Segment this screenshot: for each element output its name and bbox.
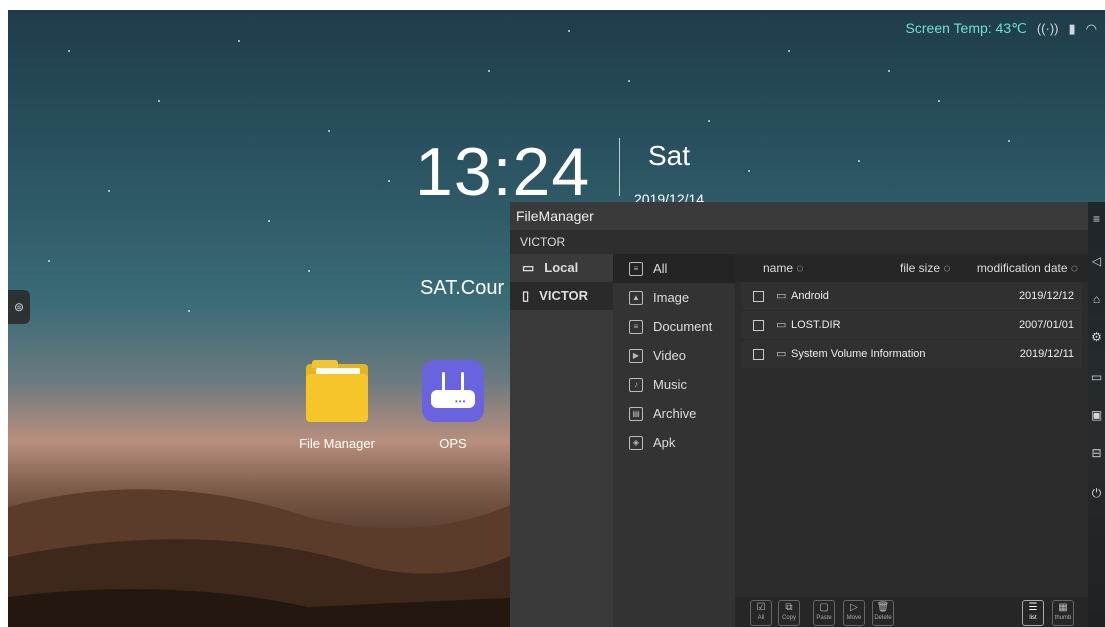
usb-icon: ▮ (1068, 20, 1076, 36)
list-view-button[interactable]: ☰ list (1022, 600, 1044, 626)
image-icon: ▲ (629, 290, 643, 305)
category-video[interactable]: ▶ Video (613, 341, 735, 370)
app-label: File Manager (299, 436, 375, 451)
row-checkbox[interactable] (753, 291, 764, 302)
file-name: System Volume Information (791, 348, 926, 360)
list-header: name ◌ file size ◌ modification date ◌ (735, 254, 1088, 282)
delete-button[interactable]: 🗑 Delete (872, 600, 894, 626)
wifi-icon: ◠ (1085, 20, 1097, 36)
category-pane: ≡ All ▲ Image ≡ Document ▶ Video ♪ Music… (613, 254, 735, 627)
category-apk[interactable]: ◈ Apk (613, 428, 735, 457)
row-checkbox[interactable] (753, 349, 764, 360)
router-icon: ••• (422, 360, 484, 422)
sort-by-date[interactable]: modification date ◌ (977, 254, 1078, 282)
folder-icon: ▭ (776, 348, 787, 360)
monitor-icon: ▭ (522, 260, 535, 275)
signal-icon: ((·)) (1036, 21, 1059, 36)
thumb-view-button[interactable]: ▦ thumb (1052, 600, 1074, 626)
back-icon[interactable]: ◁ (1089, 254, 1104, 269)
app-label: OPS (439, 436, 467, 451)
file-row[interactable]: ▭ LOST.DIR 2007/01/01 (741, 311, 1082, 340)
app-file-manager[interactable]: File Manager (297, 360, 377, 451)
folder-icon: ▭ (776, 290, 787, 302)
select-all-button[interactable]: ☑ All (750, 600, 772, 626)
window-title: FileManager (510, 202, 1088, 230)
folder-icon: ▭ (776, 319, 787, 331)
category-archive[interactable]: ▤ Archive (613, 399, 735, 428)
app-ops[interactable]: ••• OPS (413, 360, 493, 451)
usb-icon: ▯ (522, 288, 530, 303)
sort-by-name[interactable]: name ◌ (763, 254, 803, 282)
screen-icon[interactable]: ▣ (1089, 408, 1104, 423)
clock-time: 13:24 (415, 134, 591, 210)
file-row[interactable]: ▭ System Volume Information 2019/12/11 (741, 340, 1082, 369)
category-all[interactable]: ≡ All (613, 254, 735, 283)
category-image[interactable]: ▲ Image (613, 283, 735, 312)
file-list-pane: name ◌ file size ◌ modification date ◌ ▭… (735, 254, 1088, 627)
video-icon: ▶ (629, 348, 643, 363)
device-local[interactable]: ▭ Local (510, 254, 613, 282)
home-icon[interactable]: ⌂ (1089, 292, 1104, 307)
folder-icon (306, 360, 368, 422)
window-icon[interactable]: ▭ (1089, 370, 1104, 385)
document-icon: ≡ (629, 319, 643, 334)
right-sidebar: ≡ ◁ ⌂ ⚙ ▭ ▣ ⊟ ⏻ (1088, 202, 1105, 627)
sort-by-size[interactable]: file size ◌ (900, 254, 950, 282)
file-name: LOST.DIR (791, 319, 841, 331)
menu-icon[interactable]: ≡ (1089, 212, 1104, 227)
paste-button[interactable]: ▢ Paste (813, 600, 835, 626)
bottom-toolbar: ☑ All ⧉ Copy ▢ Paste ▷ Move 🗑 Delete ☰ list ▦ t… (735, 597, 1088, 627)
file-name: Android (791, 290, 829, 302)
all-files-icon: ≡ (629, 261, 643, 276)
status-bar: Screen Temp: 43℃ ((·)) ▮ ◠ (906, 20, 1097, 37)
left-sidebar-handle[interactable]: ⊜ (8, 290, 30, 324)
power-icon[interactable]: ⏻ (1089, 486, 1104, 501)
apk-icon: ◈ (629, 435, 643, 450)
device-pane: ▭ Local ▯ VICTOR (510, 254, 613, 627)
file-date: 2019/12/11 (1019, 348, 1074, 360)
school-name: SAT.Cour (420, 277, 505, 299)
category-music[interactable]: ♪ Music (613, 370, 735, 399)
music-icon: ♪ (629, 377, 643, 392)
archive-icon: ▤ (629, 406, 643, 421)
display-icon[interactable]: ⊟ (1089, 446, 1104, 461)
file-manager-window: FileManager VICTOR ▭ Local ▯ VICTOR ≡ Al… (510, 202, 1088, 627)
device-victor[interactable]: ▯ VICTOR (510, 282, 613, 310)
settings-icon[interactable]: ⚙ (1089, 330, 1104, 345)
breadcrumb: VICTOR (510, 230, 1088, 254)
screen-temp: Screen Temp: 43℃ (905, 20, 1027, 36)
desktop: Screen Temp: 43℃ ((·)) ▮ ◠ 13:24 Sat 201… (8, 10, 1105, 627)
file-date: 2007/01/01 (1018, 319, 1074, 331)
copy-button[interactable]: ⧉ Copy (778, 600, 800, 626)
category-document[interactable]: ≡ Document (613, 312, 735, 341)
row-checkbox[interactable] (753, 320, 764, 331)
file-row[interactable]: ▭ Android 2019/12/12 (741, 282, 1082, 311)
clock-divider (619, 138, 620, 196)
clock-day: Sat (648, 140, 691, 171)
move-button[interactable]: ▷ Move (843, 600, 865, 626)
file-date: 2019/12/12 (1018, 290, 1074, 302)
